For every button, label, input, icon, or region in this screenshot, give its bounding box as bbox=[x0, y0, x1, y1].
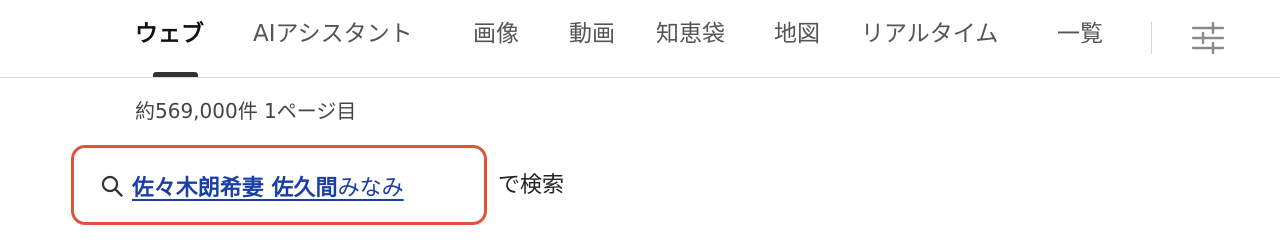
search-tab-bar: ウェブ AIアシスタント 画像 動画 知恵袋 地図 リアルタイム 一覧 bbox=[0, 0, 1280, 78]
tab-ai-assistant[interactable]: AIアシスタント bbox=[253, 18, 413, 50]
sliders-icon bbox=[1191, 21, 1225, 55]
suggestion-query-bold: 佐々木朗希妻 佐久間 bbox=[132, 176, 338, 201]
tab-web[interactable]: ウェブ bbox=[135, 18, 204, 50]
tab-images[interactable]: 画像 bbox=[473, 18, 519, 50]
search-settings-button[interactable] bbox=[1190, 21, 1226, 55]
suggestion-suffix: で検索 bbox=[498, 173, 565, 198]
search-icon bbox=[101, 175, 123, 197]
tab-videos[interactable]: 動画 bbox=[569, 18, 615, 50]
search-suggestion: 佐々木朗希妻 佐久間みなみ bbox=[100, 170, 404, 202]
suggestion-query-link[interactable]: 佐々木朗希妻 佐久間みなみ bbox=[132, 170, 404, 202]
active-tab-indicator bbox=[153, 72, 198, 77]
tab-maps[interactable]: 地図 bbox=[774, 18, 820, 50]
suggestion-query-rest: みなみ bbox=[337, 176, 404, 201]
tab-realtime[interactable]: リアルタイム bbox=[861, 18, 998, 50]
tab-chiebukuro[interactable]: 知恵袋 bbox=[656, 18, 725, 50]
tab-separator bbox=[1151, 22, 1152, 54]
result-count: 約569,000件 1ページ目 bbox=[135, 99, 357, 123]
tab-list[interactable]: 一覧 bbox=[1057, 18, 1103, 50]
